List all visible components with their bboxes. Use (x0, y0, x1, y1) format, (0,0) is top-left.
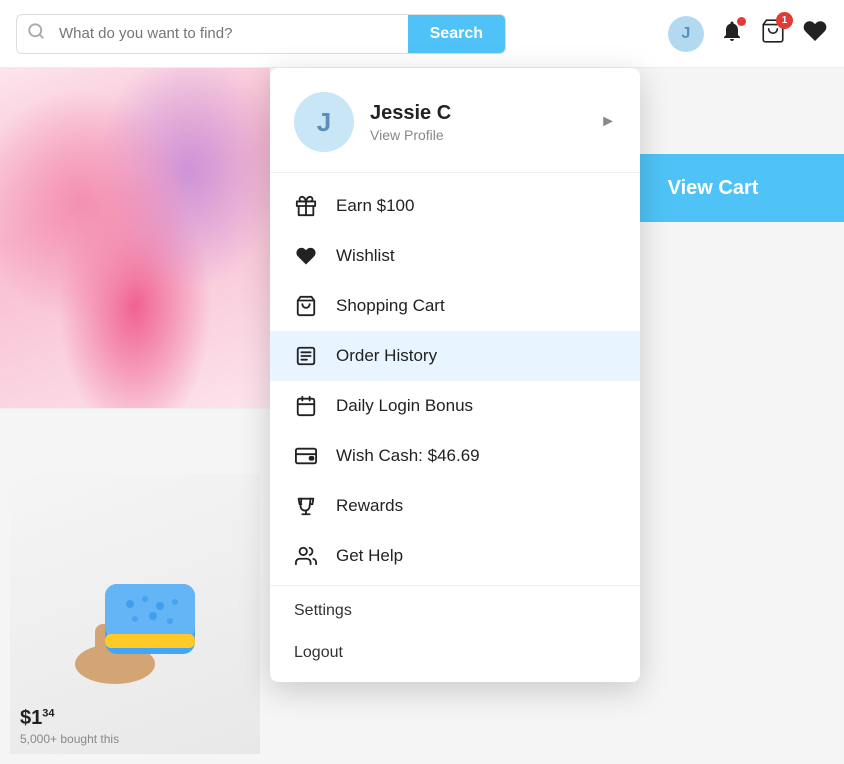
menu-item-rewards[interactable]: Rewards (270, 481, 640, 531)
gift-icon (294, 195, 318, 217)
product-sold-count: 5,000+ bought this (20, 732, 119, 746)
profile-avatar: J (294, 92, 354, 152)
notification-button[interactable] (720, 19, 744, 49)
product-price: $134 5,000+ bought this (20, 707, 119, 746)
search-input[interactable] (55, 15, 408, 52)
profile-chevron-icon: ► (600, 113, 616, 131)
profile-dropdown: J Jessie C View Profile ► (270, 68, 640, 682)
menu-item-wishlist-label: Wishlist (336, 246, 395, 266)
search-icon (17, 22, 55, 45)
header: Search J 1 (0, 0, 844, 68)
menu-item-help-label: Get Help (336, 546, 403, 566)
cart-button[interactable]: 1 (760, 18, 786, 50)
search-bar: Search (16, 14, 506, 54)
cart-badge: 1 (776, 12, 793, 29)
people-icon (294, 545, 318, 567)
wishlist-heart-button[interactable] (802, 18, 828, 50)
menu-item-orders[interactable]: Order History (270, 331, 640, 381)
view-profile-link[interactable]: View Profile (370, 127, 584, 143)
header-icons: J 1 (668, 16, 828, 52)
calendar-icon (294, 395, 318, 417)
menu-item-daily-label: Daily Login Bonus (336, 396, 473, 416)
product-image-1-decoration (0, 68, 270, 408)
sponge-illustration (45, 534, 225, 694)
profile-name: Jessie C (370, 102, 584, 125)
menu-item-daily[interactable]: Daily Login Bonus (270, 381, 640, 431)
profile-info: Jessie C View Profile (370, 102, 584, 143)
products-area: $134 5,000+ bought this (0, 68, 270, 764)
menu-item-help[interactable]: Get Help (270, 531, 640, 581)
product-image-2[interactable]: $134 5,000+ bought this (0, 408, 270, 764)
menu-item-orders-label: Order History (336, 346, 437, 366)
orders-icon (294, 345, 318, 367)
menu-divider (270, 585, 640, 586)
menu-item-wishcash[interactable]: Wish Cash: $46.69 (270, 431, 640, 481)
menu-item-wishlist[interactable]: Wishlist (270, 231, 640, 281)
trophy-icon (294, 495, 318, 517)
heart-icon (294, 245, 318, 267)
avatar[interactable]: J (668, 16, 704, 52)
wallet-icon (294, 445, 318, 467)
menu-item-cart-label: Shopping Cart (336, 296, 445, 316)
menu-item-wishcash-label: Wish Cash: $46.69 (336, 446, 480, 466)
profile-section[interactable]: J Jessie C View Profile ► (270, 68, 640, 173)
menu-item-rewards-label: Rewards (336, 496, 403, 516)
menu-item-earn-label: Earn $100 (336, 196, 414, 216)
product-image-1[interactable] (0, 68, 270, 408)
menu-item-earn[interactable]: Earn $100 (270, 181, 640, 231)
menu-item-logout[interactable]: Logout (270, 632, 640, 674)
menu-items-list: Earn $100 Wishlist (270, 173, 640, 682)
notification-dot (737, 17, 746, 26)
menu-item-cart[interactable]: Shopping Cart (270, 281, 640, 331)
cart-icon (294, 295, 318, 317)
main-content: $134 5,000+ bought this View Cart New Vi… (0, 68, 844, 764)
search-button[interactable]: Search (408, 15, 505, 53)
menu-item-settings[interactable]: Settings (270, 590, 640, 632)
